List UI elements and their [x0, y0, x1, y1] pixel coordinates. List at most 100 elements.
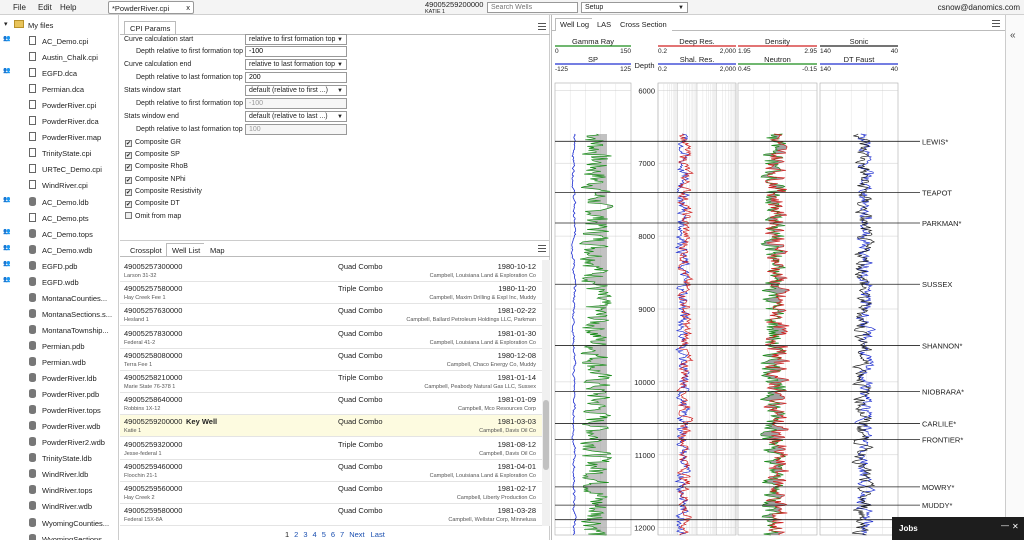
sidebar-item[interactable]: Austin_Chalk.cpi — [0, 49, 118, 65]
formation-top-label[interactable]: SUSSEX — [922, 280, 952, 289]
sidebar-item[interactable]: PowderRiver.ldb — [0, 370, 118, 386]
sidebar-item[interactable]: EGFD.dca 👥 — [0, 65, 118, 81]
jobs-panel[interactable]: Jobs — ✕ — [892, 517, 1024, 540]
page-link[interactable]: 1 — [285, 530, 289, 539]
well-list-scrollbar[interactable] — [542, 260, 550, 526]
scrollbar-thumb[interactable] — [543, 400, 549, 470]
formation-top-label[interactable]: PARKMAN* — [922, 219, 962, 228]
menu-file[interactable]: File — [13, 3, 26, 12]
sidebar-item[interactable]: URTeC_Demo.cpi — [0, 161, 118, 177]
table-row[interactable]: 49005258640000 Robbins 1X-12 Quad Combo 198… — [120, 393, 542, 416]
checkbox[interactable]: ✔ — [125, 201, 132, 208]
user-account[interactable]: csnow@danomics.com — [938, 3, 1020, 12]
page-link[interactable]: 5 — [322, 530, 326, 539]
page-next-link[interactable]: Next — [349, 530, 364, 539]
table-row[interactable]: 49005257830000 Federal 41-2 Quad Combo 1981… — [120, 327, 542, 349]
sidebar-item[interactable]: AC_Demo.wdb 👥 — [0, 242, 118, 258]
table-row[interactable]: 49005257630000 Hesland 1 Quad Combo 1981-02… — [120, 304, 542, 327]
tab-las[interactable]: LAS — [592, 18, 617, 31]
sidebar-item[interactable]: EGFD.wdb 👥 — [0, 274, 118, 290]
stats-end-select[interactable]: default (relative to last ...) ▼ — [245, 111, 347, 122]
sidebar-item[interactable]: WindRiver.tops — [0, 482, 118, 498]
collapse-panel-icon[interactable]: « — [1010, 30, 1016, 41]
checkbox[interactable]: ✔ — [125, 188, 132, 196]
formation-top-label[interactable]: CARLILE* — [922, 419, 956, 428]
table-row[interactable]: 49005259460000 Floochin 21-1 Quad Combo 198… — [120, 460, 542, 482]
sidebar-item[interactable]: MontanaTownship... — [0, 322, 118, 338]
sidebar-item[interactable]: Permian.pdb — [0, 338, 118, 354]
checkbox-row[interactable]: ✔ Composite NPhi — [125, 176, 186, 184]
close-icon[interactable]: ✕ — [1012, 522, 1019, 531]
curve-calc-end-select[interactable]: relative to last formation top ▼ — [245, 59, 347, 70]
sidebar-item[interactable]: PowderRiver.pdb — [0, 386, 118, 402]
checkbox-row[interactable]: ✔ Composite DT — [125, 200, 180, 208]
checkbox[interactable]: ✔ — [125, 152, 132, 160]
sidebar-item[interactable]: PowderRiver.wdb — [0, 418, 118, 434]
close-tab-icon[interactable]: x — [186, 3, 190, 12]
sidebar-item[interactable]: PowderRiver2.wdb — [0, 434, 118, 450]
page-link[interactable]: 2 — [294, 530, 298, 539]
menu-help[interactable]: Help — [60, 3, 76, 12]
setup-dropdown[interactable]: Setup ▼ — [581, 2, 688, 13]
depth-first-input[interactable] — [245, 46, 347, 57]
sidebar-item[interactable]: PowderRiver.tops — [0, 402, 118, 418]
sidebar-item[interactable]: EGFD.pdb 👥 — [0, 258, 118, 274]
panel-menu-icon[interactable] — [538, 23, 546, 30]
sidebar-item[interactable]: WindRiver.cpi — [0, 177, 118, 193]
checkbox-row[interactable]: ✔ Composite RhoB — [125, 163, 188, 172]
sidebar-item[interactable]: WyomingSections... — [0, 531, 118, 540]
tab-crossplot[interactable]: Crossplot — [124, 243, 168, 256]
table-row[interactable]: 49005259320000 Jesse-federal 1 Triple Comb… — [120, 438, 542, 460]
table-row[interactable]: 49005257300000 Larson 31-32 Quad Combo 1980… — [120, 260, 542, 282]
checkbox[interactable] — [125, 212, 132, 220]
chevron-down-icon[interactable]: ▾ — [4, 20, 8, 28]
checkbox-row[interactable]: ✔ Composite GR — [125, 139, 181, 147]
depth-last-input[interactable] — [245, 72, 347, 83]
sidebar-item[interactable]: WyomingCounties... — [0, 515, 118, 531]
formation-top-label[interactable]: MOWRY* — [922, 483, 954, 492]
sidebar-item[interactable]: PowderRiver.map — [0, 129, 118, 145]
tab-cpi-params[interactable]: CPI Params — [124, 21, 177, 34]
checkbox[interactable]: ✔ — [125, 164, 132, 172]
curve-calc-start-select[interactable]: relative to first formation top ▼ — [245, 34, 347, 45]
table-row[interactable]: 49005259560000 Hay Creek 2 Quad Combo 1981-… — [120, 482, 542, 504]
formation-top-label[interactable]: MUDDY* — [922, 501, 952, 510]
stats-start-select[interactable]: default (relative to first ...) ▼ — [245, 85, 347, 96]
sidebar-item[interactable]: WindRiver.wdb — [0, 498, 118, 514]
tree-root-my-files[interactable]: ▾ My files — [0, 17, 118, 33]
table-row[interactable]: 49005257580000 Hay Creek Fee 1 Triple Comb… — [120, 282, 542, 305]
sidebar-item[interactable]: WindRiver.ldb — [0, 466, 118, 482]
sidebar-item[interactable]: AC_Demo.cpi 👥 — [0, 33, 118, 49]
checkbox-row[interactable]: ✔ Composite Resistivity — [125, 188, 202, 196]
sidebar-item[interactable]: AC_Demo.pts — [0, 210, 118, 226]
sidebar-item[interactable]: AC_Demo.tops 👥 — [0, 226, 118, 242]
sidebar-item[interactable]: MontanaCounties... — [0, 290, 118, 306]
sidebar-item[interactable]: PowderRiver.cpi — [0, 97, 118, 113]
checkbox-row[interactable]: ✔ Composite SP — [125, 151, 180, 160]
sidebar-item[interactable]: Permian.dca — [0, 81, 118, 97]
panel-menu-icon[interactable] — [538, 245, 546, 252]
tab-cross-section[interactable]: Cross Section — [615, 18, 672, 31]
tab-well-list[interactable]: Well List — [166, 243, 207, 256]
stats-depth-last-input[interactable] — [245, 124, 347, 135]
sidebar-item[interactable]: AC_Demo.ldb 👥 — [0, 194, 118, 210]
page-link[interactable]: 3 — [303, 530, 307, 539]
table-row[interactable]: 49005259200000 Key Well Katie 1 Quad Combo 1… — [120, 415, 542, 438]
page-link[interactable]: 4 — [313, 530, 317, 539]
table-row[interactable]: 49005258080000 Terra Fee 1 Quad Combo 1980-… — [120, 349, 542, 371]
panel-menu-icon[interactable] — [992, 20, 1000, 27]
tab-well-log[interactable]: Well Log — [555, 18, 595, 31]
formation-top-label[interactable]: FRONTIER* — [922, 435, 963, 444]
menu-edit[interactable]: Edit — [38, 3, 52, 12]
checkbox-row[interactable]: Omit from map — [125, 212, 181, 220]
checkbox[interactable]: ✔ — [125, 176, 132, 184]
document-tab[interactable]: *PowderRiver.cpi x — [108, 1, 194, 14]
sidebar-item[interactable]: PowderRiver.dca — [0, 113, 118, 129]
sidebar-item[interactable]: MontanaSections.s... — [0, 306, 118, 322]
table-row[interactable]: 49005258210000 Marie State 76-378 1 Triple… — [120, 371, 542, 393]
sidebar-item[interactable]: TrinityState.ldb — [0, 450, 118, 466]
formation-top-label[interactable]: LEWIS* — [922, 137, 948, 146]
well-log-chart[interactable]: Gamma Ray 0 150 SP -125 125 Deep Res. 0.2 2,000 S… — [552, 31, 1006, 540]
page-link[interactable]: 7 — [340, 530, 344, 539]
formation-top-label[interactable]: TEAPOT — [922, 188, 952, 197]
